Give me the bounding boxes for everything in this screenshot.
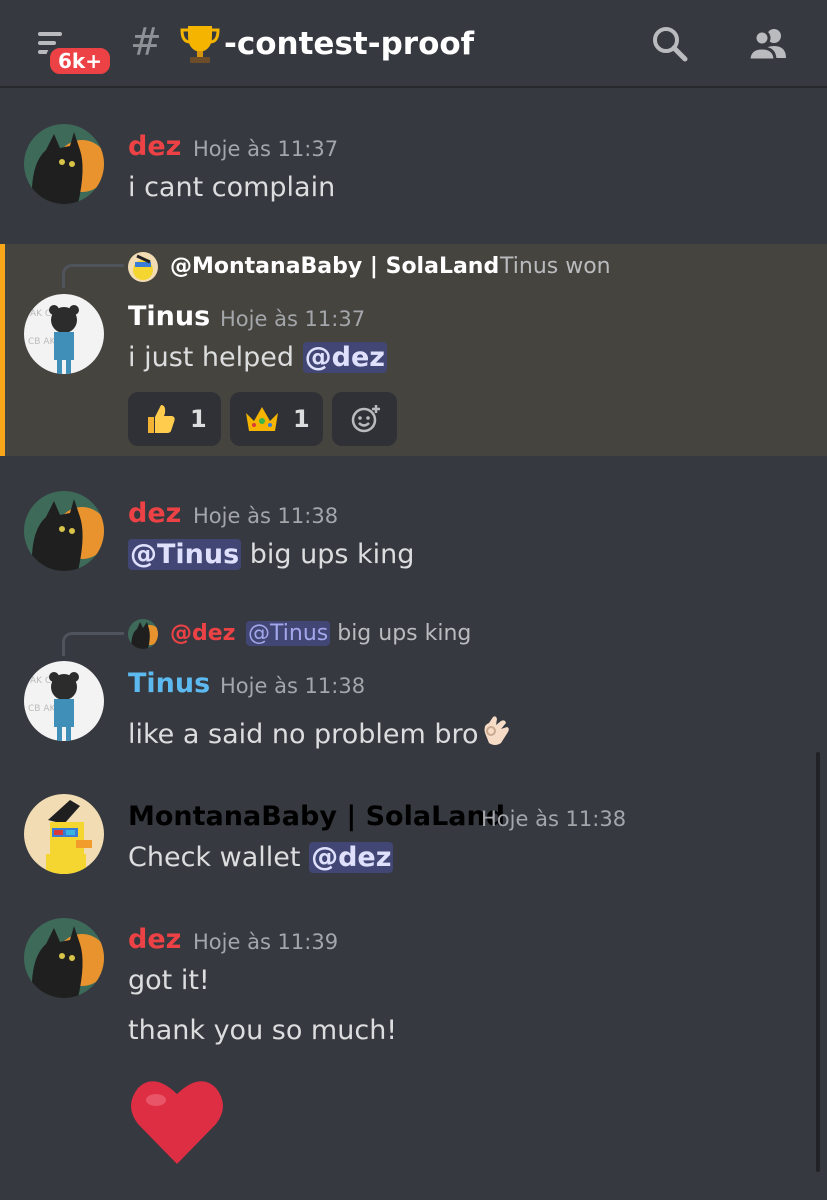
message-timestamp: Hoje às 11:38 <box>220 674 366 698</box>
reply-avatar <box>128 252 158 282</box>
avatar[interactable]: AK CB AK CB AK CB <box>24 294 104 374</box>
message-text-content: Check wallet <box>128 842 310 873</box>
user-mention[interactable]: @Tinus <box>128 539 242 570</box>
hash-icon: # <box>130 20 162 64</box>
avatar[interactable]: AK CB AK CB AK CB <box>24 661 104 741</box>
message-text: like a said no problem bro <box>128 713 513 753</box>
search-icon[interactable] <box>650 24 690 64</box>
reply-author[interactable]: @dez <box>170 619 235 649</box>
message-author[interactable]: dez <box>128 923 181 957</box>
message-author[interactable]: MontanaBaby | SolaLand <box>128 800 505 834</box>
scrollbar[interactable] <box>816 752 820 1172</box>
message-timestamp: Hoje às 11:39 <box>193 930 339 954</box>
reply-connector <box>62 264 124 288</box>
reaction-thumbs-up[interactable]: 1 <box>128 392 221 446</box>
message-author[interactable]: Tinus <box>128 667 210 701</box>
add-reaction-icon <box>351 405 380 433</box>
user-mention[interactable]: @Tinus <box>246 621 331 646</box>
reply-author[interactable]: @MontanaBaby | SolaLand <box>170 252 499 282</box>
avatar[interactable] <box>24 918 104 998</box>
channel-name: -contest-proof <box>224 26 475 62</box>
reaction-count: 1 <box>190 405 207 433</box>
message-author[interactable]: dez <box>128 497 181 531</box>
message-text-content: like a said no problem bro <box>128 719 479 750</box>
reaction-count: 1 <box>293 405 310 433</box>
unread-badge: 6k+ <box>46 44 114 78</box>
channel-header: 6k+ # -contest-proof <box>0 0 827 88</box>
reply-preview-text: big ups king <box>330 621 472 646</box>
message-text: thank you so much! <box>128 1015 398 1046</box>
reaction-crown[interactable]: 1 <box>230 392 323 446</box>
crown-emoji <box>246 407 278 431</box>
reply-avatar <box>128 619 158 649</box>
message-text: Check wallet @dez <box>128 840 394 876</box>
message-timestamp: Hoje às 11:37 <box>193 137 339 161</box>
reply-preview[interactable]: @Tinus big ups king <box>246 619 471 649</box>
message-text: i just helped @dez <box>128 340 387 376</box>
message-timestamp: Hoje às 11:38 <box>481 807 627 831</box>
red-heart-emoji <box>131 1081 223 1164</box>
mention-highlight-bar <box>0 244 5 456</box>
message-text: i cant complain <box>128 172 336 203</box>
message-text: @Tinus big ups king <box>128 537 414 573</box>
add-reaction-button[interactable] <box>332 392 397 446</box>
members-icon[interactable] <box>746 24 790 64</box>
message-text-content: i just helped <box>128 342 303 373</box>
reply-preview[interactable]: Tinus won <box>500 252 611 282</box>
message-timestamp: Hoje às 11:38 <box>193 504 339 528</box>
avatar[interactable] <box>24 491 104 571</box>
avatar[interactable] <box>24 794 104 874</box>
avatar[interactable] <box>24 124 104 204</box>
message-author[interactable]: dez <box>128 130 181 164</box>
message-text: got it! <box>128 965 210 996</box>
user-mention[interactable]: @dez <box>302 342 387 373</box>
message-text-content: big ups king <box>241 539 415 570</box>
thumbs-up-emoji <box>148 405 175 433</box>
message-author[interactable]: Tinus <box>128 300 210 334</box>
ok-hand-emoji <box>484 716 509 745</box>
trophy-icon <box>180 26 220 63</box>
reply-connector <box>62 632 124 656</box>
message-timestamp: Hoje às 11:37 <box>220 307 366 331</box>
user-mention[interactable]: @dez <box>309 842 394 873</box>
menu-button[interactable]: 6k+ <box>36 30 114 78</box>
